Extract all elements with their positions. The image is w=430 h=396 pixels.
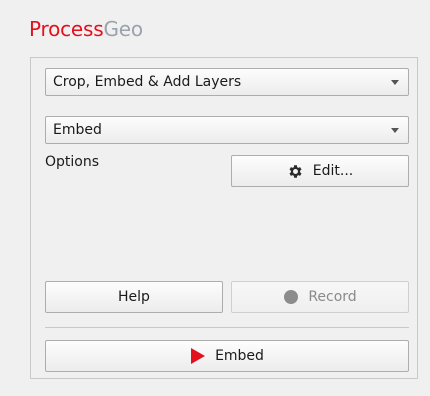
divider: [45, 327, 409, 328]
options-label: Options: [45, 154, 100, 170]
app-title-brand: Process: [29, 17, 104, 41]
app-title-suffix: Geo: [103, 17, 143, 41]
edit-options-label: Edit...: [312, 163, 354, 179]
gear-icon: [287, 163, 304, 180]
step-select[interactable]: Embed: [45, 116, 409, 144]
mode-select-value: Crop, Embed & Add Layers: [53, 74, 242, 90]
app-title: ProcessGeo: [29, 16, 143, 42]
chevron-down-icon: [391, 128, 399, 133]
record-icon: [283, 289, 299, 305]
edit-options-button[interactable]: Edit...: [231, 155, 409, 187]
run-embed-label: Embed: [215, 348, 264, 364]
help-label: Help: [118, 289, 150, 305]
tool-group-box: [30, 57, 418, 379]
record-label: Record: [308, 289, 357, 305]
step-select-value: Embed: [53, 122, 102, 138]
processgeo-panel: ProcessGeo Crop, Embed & Add Layers Embe…: [0, 0, 430, 396]
record-button[interactable]: Record: [231, 281, 409, 313]
chevron-down-icon: [391, 80, 399, 85]
play-icon: [190, 347, 206, 365]
help-button[interactable]: Help: [45, 281, 223, 313]
run-embed-button[interactable]: Embed: [45, 340, 409, 372]
mode-select[interactable]: Crop, Embed & Add Layers: [45, 68, 409, 96]
